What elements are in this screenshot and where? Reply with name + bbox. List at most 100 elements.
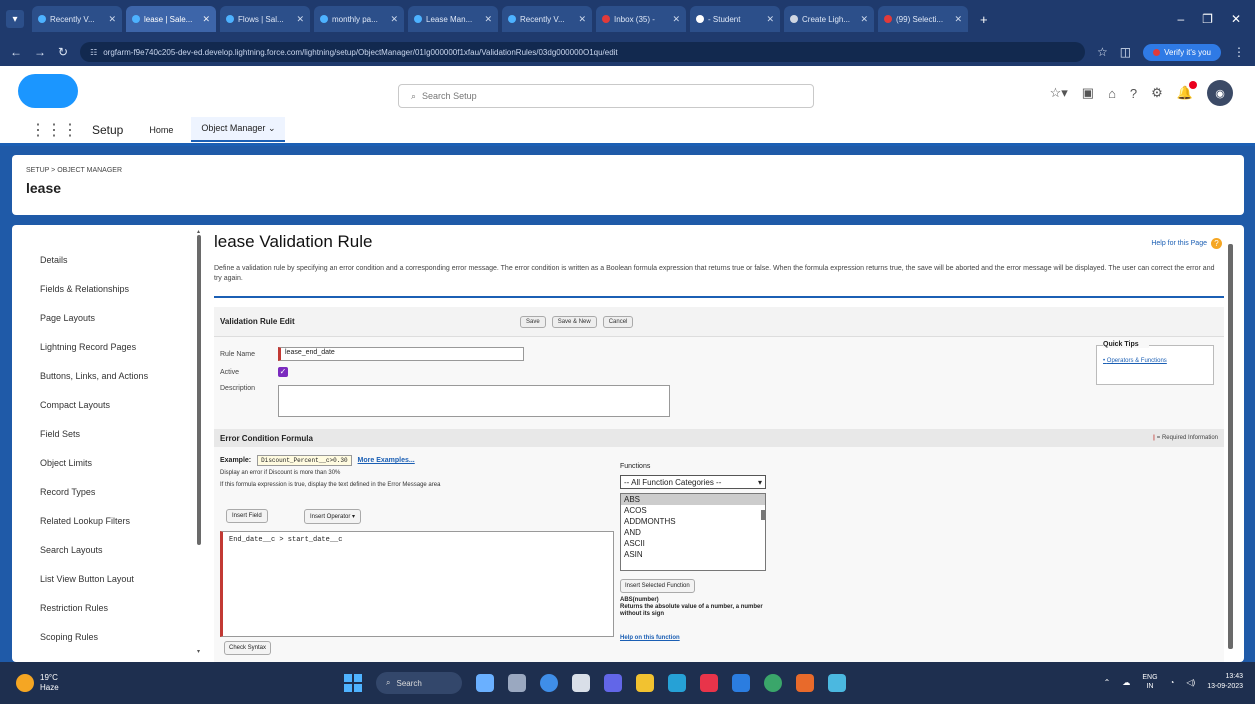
sidebar-item[interactable]: Object Limits [12, 448, 192, 477]
cancel-button[interactable]: Cancel [602, 315, 634, 328]
function-list-item[interactable]: ABS [621, 494, 765, 505]
reload-icon[interactable]: ↻ [58, 45, 68, 59]
onedrive-icon[interactable]: ☁ [1122, 678, 1130, 687]
tab-close-icon[interactable]: ✕ [484, 14, 492, 25]
taskbar-search[interactable]: ⌕ Search [376, 672, 462, 694]
tab-close-icon[interactable]: ✕ [108, 14, 116, 25]
main-scroll-thumb[interactable] [1228, 244, 1233, 649]
sidebar-item[interactable]: Field Sets [12, 419, 192, 448]
language-indicator[interactable]: ENG IN [1142, 673, 1157, 691]
more-examples-link[interactable]: More Examples... [358, 457, 415, 464]
menu-icon[interactable]: ⋮ [1233, 45, 1245, 59]
tab-close-icon[interactable]: ✕ [954, 14, 962, 25]
sidebar-item[interactable]: Fields & Relationships [12, 274, 192, 303]
sidebar-item[interactable]: Lightning Record Pages [12, 332, 192, 361]
check-syntax-button[interactable]: Check Syntax [224, 641, 272, 655]
tab-close-icon[interactable]: ✕ [202, 14, 210, 25]
task-view-icon[interactable] [508, 674, 526, 692]
search-setup-input[interactable]: ⌕ Search Setup [398, 84, 814, 108]
wifi-icon[interactable]: ◔ [1170, 678, 1175, 687]
new-tab-button[interactable]: + [972, 12, 996, 27]
function-list-item[interactable]: ADDMONTHS [621, 516, 765, 527]
insert-field-button[interactable]: Insert Field [226, 509, 268, 523]
breadcrumb[interactable]: SETUP > OBJECT MANAGER [26, 167, 1230, 174]
operators-functions-link[interactable]: • Operators & Functions [1103, 358, 1207, 364]
browser-tab[interactable]: Inbox (35) - ✕ [596, 6, 686, 32]
app-orange-icon[interactable] [796, 674, 814, 692]
browser-tab[interactable]: lease | Sale... ✕ [126, 6, 216, 32]
global-actions-icon[interactable]: ▣ [1082, 85, 1094, 101]
formula-editor[interactable]: End_date__c > start_date__c [220, 531, 614, 637]
function-list-item[interactable]: ACOS [621, 505, 765, 516]
notifications-bell-icon[interactable]: 🔔 [1177, 81, 1198, 101]
active-checkbox[interactable]: ✓ [278, 367, 288, 377]
url-field[interactable]: ☷ orgfarm-f9e740c205-dev-ed.develop.ligh… [80, 42, 1085, 62]
sidebar-item[interactable]: Buttons, Links, and Actions [12, 361, 192, 390]
browser-tab[interactable]: Recently V... ✕ [502, 6, 592, 32]
main-scrollbar[interactable] [1228, 232, 1233, 652]
verify-button[interactable]: Verify it's you [1143, 43, 1221, 61]
sidebar-item[interactable]: Record Types [12, 477, 192, 506]
site-info-icon[interactable]: ☷ [90, 48, 97, 57]
save-new-button[interactable]: Save & New [551, 315, 597, 328]
save-button[interactable]: Save [520, 315, 546, 328]
tab-close-icon[interactable]: ✕ [672, 14, 680, 25]
tab-close-icon[interactable]: ✕ [766, 14, 774, 25]
function-category-select[interactable]: -- All Function Categories -- ▾ [620, 475, 766, 489]
rule-name-input[interactable]: lease_end_date [278, 347, 524, 361]
close-icon[interactable]: ✕ [1231, 12, 1241, 26]
sidebar-item[interactable]: Page Layouts [12, 303, 192, 332]
vscode-icon[interactable] [732, 674, 750, 692]
browser-tab[interactable]: Create Ligh... ✕ [784, 6, 874, 32]
tab-home[interactable]: Home [145, 119, 177, 141]
insert-operator-button[interactable]: Insert Operator ▾ [304, 509, 362, 524]
photos-icon[interactable] [828, 674, 846, 692]
browser-tab[interactable]: Lease Man... ✕ [408, 6, 498, 32]
back-icon[interactable]: ← [10, 45, 22, 59]
sidebar-item[interactable]: Scoping Rules [12, 622, 192, 651]
browser-tab[interactable]: Recently V... ✕ [32, 6, 122, 32]
minimize-icon[interactable]: – [1177, 12, 1184, 26]
start-windows-icon[interactable] [344, 674, 362, 692]
user-avatar[interactable]: ◉ [1207, 80, 1233, 106]
sidebar-item[interactable]: List View Button Layout [12, 564, 192, 593]
function-list[interactable]: ABS ACOS ADDMONTHS AND ASCII ASIN [620, 493, 766, 571]
tab-close-icon[interactable]: ✕ [390, 14, 398, 25]
sidebar-item[interactable]: Details [12, 245, 192, 274]
tab-actions-icon[interactable]: ▾ [6, 10, 24, 28]
trailhead-icon[interactable]: ⌂ [1108, 86, 1116, 101]
tab-close-icon[interactable]: ✕ [296, 14, 304, 25]
tab-close-icon[interactable]: ✕ [578, 14, 586, 25]
setup-gear-icon[interactable]: ⚙ [1151, 85, 1163, 101]
app-launcher-icon[interactable]: ⋮⋮⋮ [30, 120, 78, 140]
salesforce-logo-icon[interactable] [18, 74, 78, 108]
sidebar-item[interactable]: Related Lookup Filters [12, 506, 192, 535]
sidebar-scroll-thumb[interactable] [197, 235, 201, 545]
function-list-item[interactable]: AND [621, 527, 765, 538]
help-for-page-link[interactable]: Help for this Page ? [1151, 238, 1222, 249]
help-on-function-link[interactable]: Help on this function [620, 635, 680, 641]
browser-tab[interactable]: - Student ✕ [690, 6, 780, 32]
chrome-profile-icon[interactable] [764, 674, 782, 692]
weather-widget[interactable]: 19°C Haze [16, 673, 59, 693]
volume-icon[interactable]: ◁) [1186, 678, 1195, 687]
forward-icon[interactable]: → [34, 45, 46, 59]
clock[interactable]: 13:43 13-09-2023 [1207, 672, 1243, 692]
tab-object-manager[interactable]: Object Manager ⌄ [191, 117, 286, 142]
browser-tab[interactable]: (99) Selecti... ✕ [878, 6, 968, 32]
sidebar-item[interactable]: Compact Layouts [12, 390, 192, 419]
star-icon[interactable]: ☆ [1097, 45, 1108, 59]
edge-icon[interactable] [540, 674, 558, 692]
function-list-item[interactable]: ASCII [621, 538, 765, 549]
store-icon[interactable] [572, 674, 590, 692]
chevron-up-icon[interactable]: ⌃ [1104, 678, 1111, 687]
function-list-item[interactable]: ASIN [621, 549, 765, 560]
description-textarea[interactable] [278, 385, 670, 417]
sidebar-icon[interactable]: ◫ [1120, 45, 1131, 59]
scroll-down-icon[interactable]: ▾ [197, 648, 200, 655]
chrome-icon[interactable] [668, 674, 686, 692]
teams-icon[interactable] [604, 674, 622, 692]
sidebar-item[interactable]: Search Layouts [12, 535, 192, 564]
function-scroll-thumb[interactable] [761, 510, 765, 520]
file-explorer-icon[interactable] [636, 674, 654, 692]
